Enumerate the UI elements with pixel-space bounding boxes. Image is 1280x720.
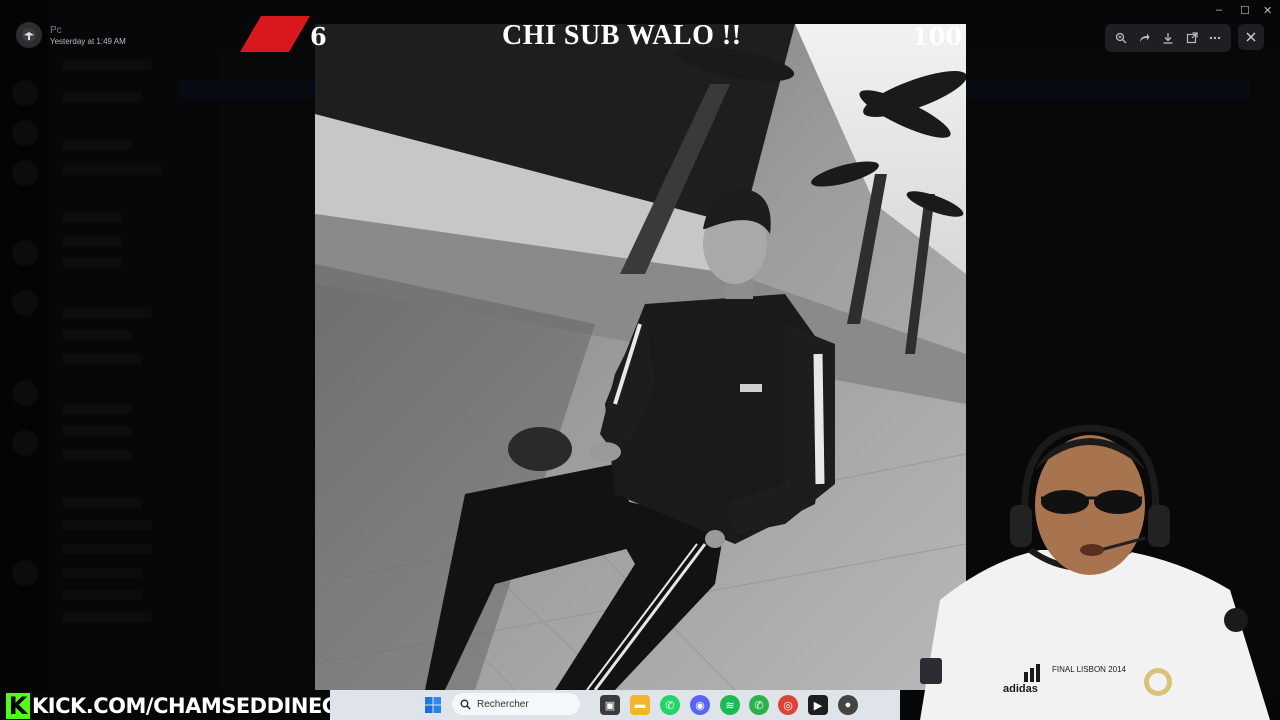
app-icon[interactable]: ● [838,695,858,715]
jersey-brand-label: adidas [1003,683,1038,695]
forward-icon [1140,33,1150,42]
open-external-button[interactable] [1182,28,1202,48]
webcam-overlay: adidas FINAL LISBON 2014 [900,410,1280,720]
image-toolbar [1105,24,1231,52]
kick-app-icon[interactable]: ▶ [808,695,828,715]
window-close-button[interactable]: ✕ [1263,4,1272,17]
close-icon [1246,32,1256,42]
goal-target-count: 100 [912,22,963,51]
close-viewer-button[interactable] [1238,24,1264,50]
search-icon [460,699,471,709]
window-minimize-button[interactable]: – [1216,4,1222,16]
chrome-icon[interactable]: ◎ [778,695,798,715]
attachment-image[interactable] [315,24,966,690]
spotify-icon[interactable]: ≋ [720,695,740,715]
whatsapp-business-icon[interactable]: ✆ [749,695,769,715]
whatsapp-icon[interactable]: ✆ [660,695,680,715]
goal-current-count: 6 [310,22,327,51]
screen: – ☐ ✕ Pc Yesterday at 1:49 AM 6 CHI SUB … [0,0,1280,720]
zoom-in-button[interactable] [1111,28,1131,48]
kick-channel-banner: K KICK.COM/CHAMSEDDINECH [6,692,354,720]
more-icon [1209,36,1221,40]
stream-goal-banner: 6 CHI SUB WALO !! 100 [0,8,966,52]
discord-icon[interactable]: ◉ [690,695,710,715]
download-button[interactable] [1158,28,1178,48]
more-options-button[interactable] [1205,28,1225,48]
jersey-final-label: FINAL LISBON 2014 [1052,665,1126,674]
taskbar-search[interactable]: Rechercher [452,693,580,715]
search-placeholder: Rechercher [477,698,529,710]
zoom-in-icon [1115,32,1127,44]
task-view-icon[interactable]: ▣ [600,695,620,715]
forward-button[interactable] [1134,28,1154,48]
kick-channel-url: KICK.COM/CHAMSEDDINECH [32,694,354,718]
open-external-icon [1186,32,1198,44]
download-icon [1163,33,1173,44]
goal-title: CHI SUB WALO !! [502,20,742,51]
banner-slash-shape [240,16,310,52]
file-explorer-icon[interactable]: ▬ [630,695,650,715]
windows-start-button[interactable] [424,696,442,714]
windows-logo-icon [425,697,441,713]
kick-logo-icon: K [6,692,30,720]
window-maximize-button[interactable]: ☐ [1240,4,1250,17]
photo-scene [315,24,966,690]
